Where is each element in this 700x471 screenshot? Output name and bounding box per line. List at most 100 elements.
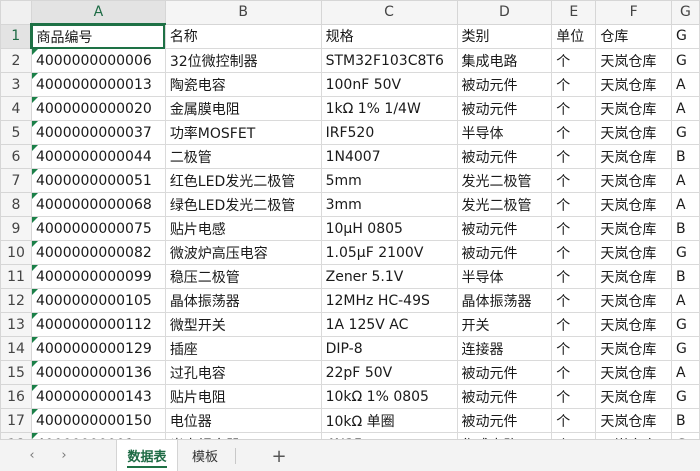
cell-f[interactable]: 天岚仓库	[595, 408, 672, 433]
cell-g[interactable]: G	[670, 384, 700, 409]
table-row[interactable]: 9 4000000000075 贴片电感 10μH 0805 被动元件个天岚仓库 B	[0, 216, 700, 241]
cell-f[interactable]: 天岚仓库	[595, 48, 672, 73]
data-table[interactable]: A B C D E F G 1 商品编号 名称 规格 类别 单位 仓库 G 2 400000000…	[0, 0, 700, 439]
cell-c[interactable]: 1N4007	[320, 144, 458, 169]
cell-e[interactable]: 个	[551, 144, 597, 169]
table-row[interactable]: 4 4000000000020 金属膜电阻 1kΩ 1% 1/4W 被动元件个天岚仓库 A	[0, 96, 700, 121]
cell-e[interactable]: 个	[551, 216, 597, 241]
cell-g[interactable]: G	[670, 48, 700, 73]
cell-f[interactable]: 天岚仓库	[595, 96, 672, 121]
cell-a[interactable]: 4000000000112	[30, 312, 166, 337]
cell-e[interactable]: 个	[551, 360, 597, 385]
cell-e[interactable]: 个	[551, 264, 597, 289]
tab-template[interactable]: 模板	[180, 440, 230, 471]
cell-f[interactable]: 天岚仓库	[595, 384, 672, 409]
cell-c[interactable]: 22pF 50V	[320, 360, 458, 385]
table-row[interactable]: 13 4000000000112 微型开关 1A 125V AC 开关个天岚仓库 G	[0, 312, 700, 337]
cell-e[interactable]: 个	[551, 240, 597, 265]
cell-c[interactable]: 规格	[320, 23, 458, 49]
cell-g[interactable]: A	[670, 192, 700, 217]
cell-c[interactable]: 10μH 0805	[320, 216, 458, 241]
row-header[interactable]: 12	[0, 288, 32, 313]
cell-g[interactable]: B	[670, 216, 700, 241]
cell-g[interactable]: G	[670, 240, 700, 265]
cell-a[interactable]: 4000000000105	[30, 288, 166, 313]
cell-f[interactable]: 天岚仓库	[595, 168, 672, 193]
row-header[interactable]: 14	[0, 336, 32, 361]
cell-f[interactable]: 天岚仓库	[595, 288, 672, 313]
cell-e[interactable]: 个	[551, 408, 597, 433]
cell-g[interactable]: A	[670, 96, 700, 121]
row-header[interactable]: 3	[0, 72, 32, 97]
cell-d[interactable]: 半导体	[456, 120, 553, 145]
cell-c[interactable]: 5mm	[320, 168, 458, 193]
row-header[interactable]: 16	[0, 384, 32, 409]
cell-e[interactable]: 单位	[551, 23, 597, 49]
row-header[interactable]: 4	[0, 96, 32, 121]
cell-d[interactable]: 晶体振荡器	[456, 288, 553, 313]
cell-b[interactable]: 过孔电容	[164, 360, 322, 385]
column-header-b[interactable]: B	[164, 0, 322, 25]
cell-a[interactable]: 4000000000082	[30, 240, 166, 265]
cell-d[interactable]: 被动元件	[456, 240, 553, 265]
cell-c[interactable]: DIP-8	[320, 336, 458, 361]
table-row[interactable]: 10 4000000000082 微波炉高压电容 1.05μF 2100V 被动元件个天…	[0, 240, 700, 265]
cell-b[interactable]: 晶体振荡器	[164, 288, 322, 313]
cell-b[interactable]: 功率MOSFET	[164, 120, 322, 145]
cell-d[interactable]: 被动元件	[456, 360, 553, 385]
cell-b[interactable]: 稳压二极管	[164, 264, 322, 289]
cell-e[interactable]: 个	[551, 336, 597, 361]
cell-b[interactable]: 贴片电阻	[164, 384, 322, 409]
cell-f[interactable]: 天岚仓库	[595, 192, 672, 217]
cell-g[interactable]: G	[670, 120, 700, 145]
cell-f[interactable]: 天岚仓库	[595, 144, 672, 169]
row-header[interactable]: 1	[0, 23, 33, 49]
cell-d[interactable]: 被动元件	[456, 384, 553, 409]
row-header[interactable]: 17	[0, 408, 32, 433]
row-header[interactable]: 13	[0, 312, 32, 337]
cell-d[interactable]: 被动元件	[456, 72, 553, 97]
cell-c[interactable]: 10kΩ 1% 0805	[320, 384, 458, 409]
table-row[interactable]: 8 4000000000068 绿色LED发光二极管 3mm 发光二极管个天岚仓库 A	[0, 192, 700, 217]
table-row[interactable]: 12 4000000000105 晶体振荡器 12MHz HC-49S 晶体振荡器个天岚…	[0, 288, 700, 313]
cell-d[interactable]: 类别	[456, 23, 553, 49]
table-row[interactable]: 6 4000000000044 二极管 1N4007 被动元件个天岚仓库 B	[0, 144, 700, 169]
cell-b[interactable]: 电位器	[164, 408, 322, 433]
cell-b[interactable]: 微波炉高压电容	[164, 240, 322, 265]
cell-c[interactable]: Zener 5.1V	[320, 264, 458, 289]
cell-a[interactable]: 4000000000150	[30, 408, 166, 433]
row-header[interactable]: 8	[0, 192, 32, 217]
cell-f[interactable]: 仓库	[595, 23, 672, 49]
cell-c[interactable]: 1.05μF 2100V	[320, 240, 458, 265]
cell-d[interactable]: 集成电路	[456, 48, 553, 73]
cell-f[interactable]: 天岚仓库	[595, 360, 672, 385]
cell-g[interactable]: B	[670, 264, 700, 289]
cell-e[interactable]: 个	[551, 168, 597, 193]
cell-a[interactable]: 4000000000044	[30, 144, 166, 169]
column-header-g[interactable]: G	[670, 0, 700, 25]
cell-a[interactable]: 4000000000143	[30, 384, 166, 409]
cell-c[interactable]: IRF520	[320, 120, 458, 145]
cell-d[interactable]: 开关	[456, 312, 553, 337]
cell-c[interactable]: 10kΩ 单圈	[320, 408, 458, 433]
table-row[interactable]: 15 4000000000136 过孔电容 22pF 50V 被动元件个天岚仓库 A	[0, 360, 700, 385]
cell-f[interactable]: 天岚仓库	[595, 240, 672, 265]
column-header-d[interactable]: D	[456, 0, 553, 25]
cell-b[interactable]: 32位微控制器	[164, 48, 322, 73]
column-header-e[interactable]: E	[551, 0, 597, 25]
cell-f[interactable]: 天岚仓库	[595, 264, 672, 289]
cell-d[interactable]: 发光二极管	[456, 168, 553, 193]
cell-a[interactable]: 4000000000020	[30, 96, 166, 121]
column-header-a[interactable]: A	[30, 0, 166, 25]
cell-e[interactable]: 个	[551, 96, 597, 121]
cell-c[interactable]: 1kΩ 1% 1/4W	[320, 96, 458, 121]
cell-c[interactable]: 12MHz HC-49S	[320, 288, 458, 313]
cell-e[interactable]: 个	[551, 192, 597, 217]
cell-c[interactable]: STM32F103C8T6	[320, 48, 458, 73]
cell-g[interactable]: A	[670, 72, 700, 97]
cell-d[interactable]: 被动元件	[456, 144, 553, 169]
cell-a[interactable]: 4000000000037	[30, 120, 166, 145]
table-row[interactable]: 2 4000000000006 32位微控制器 STM32F103C8T6 集成电路个天…	[0, 48, 700, 73]
row-header[interactable]: 5	[0, 120, 32, 145]
cell-d[interactable]: 被动元件	[456, 408, 553, 433]
